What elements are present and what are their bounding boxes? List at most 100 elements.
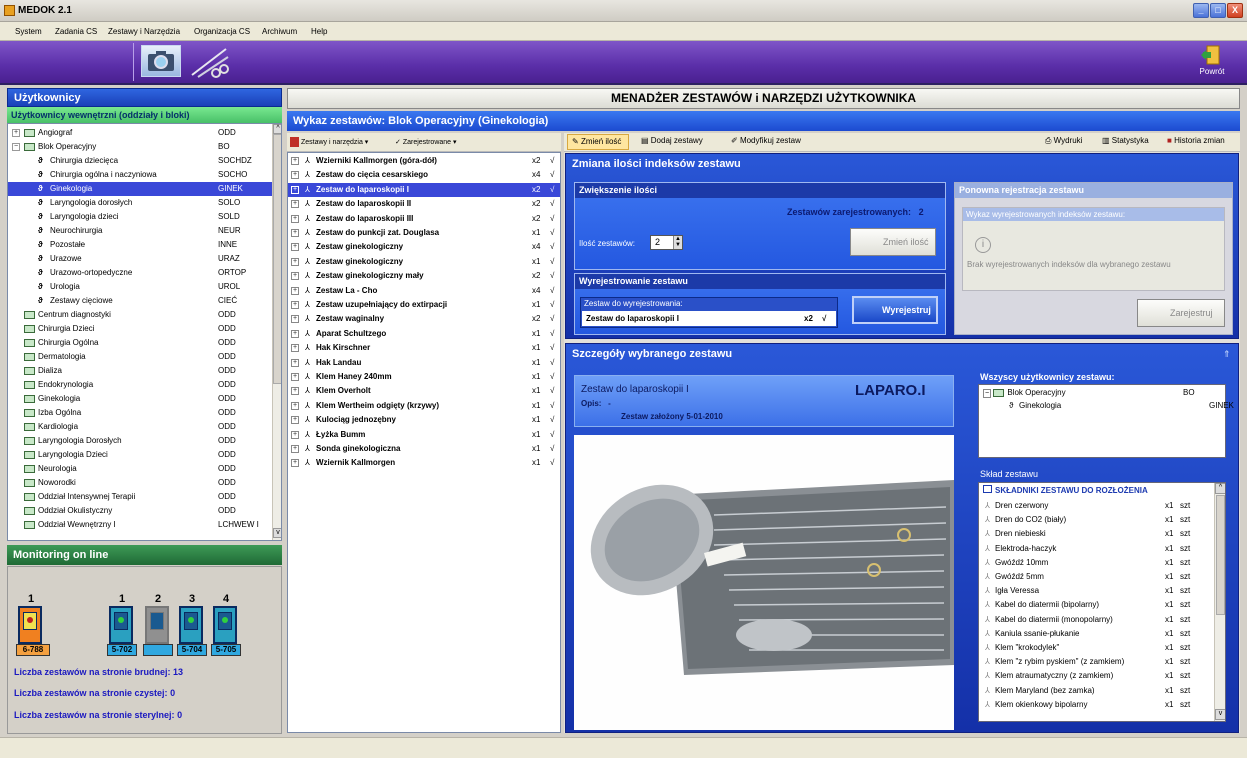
maximize-button[interactable]: □: [1210, 3, 1226, 18]
change-qty-tab[interactable]: ✎ Zmień ilość: [567, 134, 629, 150]
statistics-button[interactable]: ▥ Statystyka: [1102, 136, 1149, 145]
set-list-row[interactable]: + ⅄ Zestaw do punkcji zat. Douglasa x1 √: [288, 226, 560, 240]
expand-icon[interactable]: [12, 521, 20, 529]
expand-icon[interactable]: [12, 493, 20, 501]
users-tree-item[interactable]: ϑ Neurochirurgia NEUR: [8, 224, 274, 238]
unregister-button[interactable]: Wyrejestruj: [852, 296, 938, 324]
expand-icon[interactable]: +: [291, 445, 299, 453]
users-tree-item[interactable]: Oddział Intensywnej Terapii ODD: [8, 490, 274, 504]
users-tree-item[interactable]: + Angiograf ODD: [8, 126, 274, 140]
collapse-icon[interactable]: −: [12, 143, 20, 151]
set-list-row[interactable]: + ⅄ Hak Landau x1 √: [288, 356, 560, 370]
set-list-row[interactable]: + ⅄ Zestaw ginekologiczny x4 √: [288, 240, 560, 254]
set-list-row[interactable]: + ⅄ Aparat Schultzego x1 √: [288, 327, 560, 341]
minimize-button[interactable]: _: [1193, 3, 1209, 18]
expand-icon[interactable]: [12, 451, 20, 459]
collapse-icon[interactable]: ⇑: [1223, 349, 1231, 360]
scroll-down-icon[interactable]: v: [1215, 709, 1225, 720]
users-tree-item[interactable]: Oddział Wewnętrzny I LCHWEW I: [8, 518, 274, 532]
composition-item[interactable]: ⅄ Klem okienkowy bipolarny x1 szt: [979, 698, 1211, 712]
users-tree-item[interactable]: ϑ Chirurgia ogólna i naczyniowa SOCHO: [8, 168, 274, 182]
composition-item[interactable]: ⅄ Klem atraumatyczny (z zamkiem) x1 szt: [979, 669, 1211, 683]
composition-item[interactable]: ⅄ Dren czerwony x1 szt: [979, 499, 1211, 513]
expand-icon[interactable]: [12, 507, 20, 515]
filter-dropdown-sets[interactable]: Zestawy i narzędzia ▾: [301, 138, 368, 146]
set-list-row[interactable]: + ⅄ Łyżka Bumm x1 √: [288, 428, 560, 442]
users-tree-item[interactable]: Dermatologia ODD: [8, 350, 274, 364]
expand-icon[interactable]: [12, 423, 20, 431]
users-tree-item[interactable]: ϑ Zestawy cięciowe CIEĆ: [8, 294, 274, 308]
expand-icon[interactable]: +: [291, 157, 299, 165]
sterilizer-cabinet-icon[interactable]: [18, 606, 42, 644]
set-list-row[interactable]: + ⅄ Wzierniki Kallmorgen (góra-dół) x2 √: [288, 154, 560, 168]
expand-icon[interactable]: [12, 395, 20, 403]
expand-icon[interactable]: +: [291, 387, 299, 396]
expand-icon[interactable]: +: [291, 401, 299, 410]
users-tree-item[interactable]: Kardiologia ODD: [8, 420, 274, 434]
expand-icon[interactable]: [12, 381, 20, 389]
set-list-row[interactable]: + ⅄ Hak Kirschner x1 √: [288, 341, 560, 355]
camera-button[interactable]: [141, 45, 181, 77]
composition-scrollbar[interactable]: ^ v: [1214, 483, 1225, 721]
expand-icon[interactable]: +: [291, 257, 299, 266]
sterilizer-cabinet-icon[interactable]: [179, 606, 203, 644]
history-button[interactable]: ■ Historia zmian: [1167, 136, 1225, 145]
users-tree-item[interactable]: ϑ Laryngologia dzieci SOLD: [8, 210, 274, 224]
expand-icon[interactable]: +: [291, 459, 299, 468]
expand-icon[interactable]: +: [291, 272, 299, 281]
users-tree-item[interactable]: Endokrynologia ODD: [8, 378, 274, 392]
users-tree-item[interactable]: ϑ Ginekologia GINEK: [8, 182, 274, 196]
expand-icon[interactable]: +: [291, 214, 299, 223]
users-tree-item[interactable]: Centrum diagnostyki ODD: [8, 308, 274, 322]
set-list-row[interactable]: + ⅄ Wziernik Kallmorgen x1 √: [288, 456, 560, 470]
menu-help[interactable]: Help: [311, 27, 327, 36]
unregister-field-value[interactable]: Zestaw do laparoskopii Ix2 √: [582, 311, 836, 326]
set-list-row[interactable]: + ⅄ Klem Wertheim odgięty (krzywy) x1 √: [288, 399, 560, 413]
scroll-up-icon[interactable]: ^: [273, 124, 281, 134]
set-list-row[interactable]: + ⅄ Zestaw do laparoskopii II x2 √: [288, 197, 560, 211]
users-tree-item[interactable]: Chirurgia Ogólna ODD: [8, 336, 274, 350]
users-tree-item[interactable]: Neurologia ODD: [8, 462, 274, 476]
composition-item[interactable]: ⅄ Gwóźdź 10mm x1 szt: [979, 556, 1211, 570]
menu-zadania-cs[interactable]: Zadania CS: [55, 27, 97, 36]
set-list-row[interactable]: + ⅄ Zestaw uzupełniający do extirpacji x1 √: [288, 298, 560, 312]
users-scrollbar[interactable]: ^ v: [272, 124, 281, 540]
expand-icon[interactable]: +: [291, 373, 299, 381]
users-tree-item[interactable]: Chirurgia Dzieci ODD: [8, 322, 274, 336]
set-user-row[interactable]: ϑ Ginekologia GINEK: [983, 401, 1234, 413]
set-list-row[interactable]: + ⅄ Zestaw ginekologiczny x1 √: [288, 255, 560, 269]
add-sets-button[interactable]: ▤ Dodaj zestawy: [641, 136, 703, 145]
sterilizer-cabinet-icon[interactable]: [145, 606, 169, 644]
users-tree-item[interactable]: Ginekologia ODD: [8, 392, 274, 406]
composition-item[interactable]: ⅄ Dren do CO2 (biały) x1 szt: [979, 513, 1211, 527]
set-list-row[interactable]: + ⅄ Zestaw do cięcia cesarskiego x4 √: [288, 168, 560, 182]
composition-item[interactable]: ⅄ Dren niebieski x1 szt: [979, 527, 1211, 541]
expand-icon[interactable]: +: [291, 301, 299, 309]
filter-dropdown-registered[interactable]: ✓ Zarejestrowane ▾: [395, 138, 457, 146]
expand-icon[interactable]: [12, 465, 20, 473]
users-tree-item[interactable]: Izba Ogólna ODD: [8, 406, 274, 420]
instruments-button[interactable]: [188, 45, 232, 79]
composition-item[interactable]: ⅄ Klem "z rybim pyskiem" (z zamkiem) x1 szt: [979, 655, 1211, 669]
expand-icon[interactable]: [12, 367, 20, 375]
expand-icon[interactable]: [12, 409, 20, 417]
set-list-row[interactable]: + ⅄ Klem Haney 240mm x1 √: [288, 370, 560, 384]
set-list-row[interactable]: + ⅄ Zestaw waginalny x2 √: [288, 312, 560, 326]
sterilizer-cabinet-icon[interactable]: [109, 606, 133, 644]
expand-icon[interactable]: +: [291, 286, 299, 295]
users-scroll-thumb[interactable]: [273, 134, 281, 384]
expand-icon[interactable]: +: [291, 315, 299, 324]
menu-archiwum[interactable]: Archiwum: [262, 27, 297, 36]
modify-set-button[interactable]: ✐ Modyfikuj zestaw: [731, 136, 801, 145]
expand-icon[interactable]: +: [291, 358, 299, 367]
set-list-row[interactable]: + ⅄ Zestaw do laparoskopii I x2 √: [288, 182, 560, 197]
users-tree-item[interactable]: Noworodki ODD: [8, 476, 274, 490]
expand-icon[interactable]: +: [291, 185, 299, 194]
composition-scroll-thumb[interactable]: [1216, 495, 1225, 615]
set-list-row[interactable]: + ⅄ Sonda ginekologiczna x1 √: [288, 442, 560, 456]
users-tree-item[interactable]: Laryngologia Dorosłych ODD: [8, 434, 274, 448]
expand-icon[interactable]: +: [291, 171, 299, 180]
change-qty-button[interactable]: Zmień ilość: [850, 228, 936, 256]
expand-icon[interactable]: +: [291, 200, 299, 209]
composition-item[interactable]: ⅄ Igła Veressa x1 szt: [979, 584, 1211, 598]
